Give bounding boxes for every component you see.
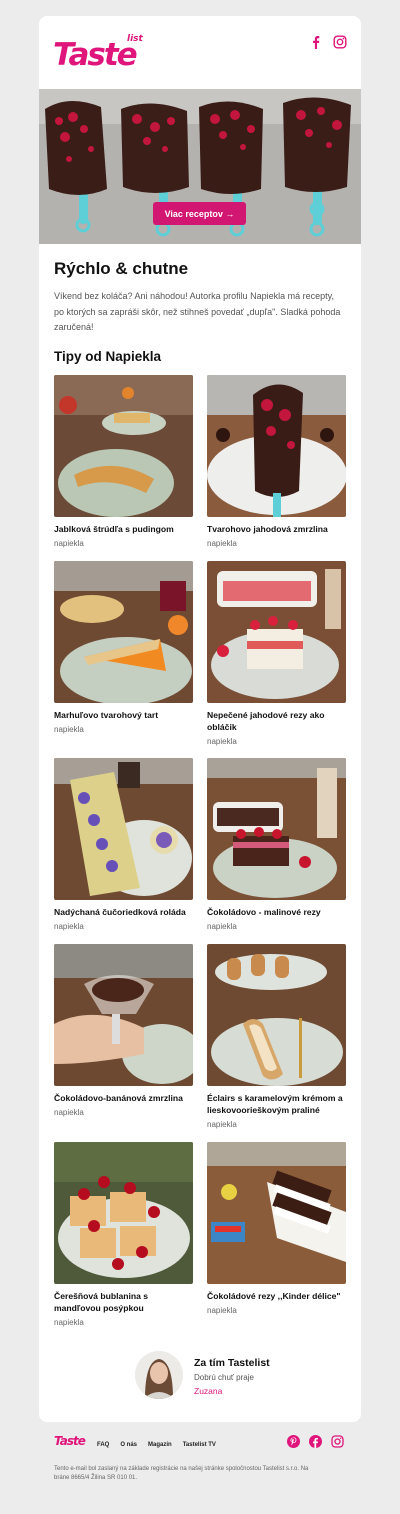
recipe-title[interactable]: Marhuľovo tvarohový tart	[54, 709, 193, 721]
logo-text: Taste	[53, 37, 138, 73]
recipe-author: napiekla	[207, 1120, 237, 1129]
header: Taste list	[39, 16, 361, 88]
footer-links: FAQ O nás Magazín Tastelist TV	[97, 1442, 216, 1448]
recipe-image[interactable]	[54, 561, 193, 703]
recipe-title[interactable]: Čokoládovo-banánová zmrzlina	[54, 1092, 193, 1104]
email-card: Taste list Viac receptov → Rýchlo & chut…	[39, 16, 361, 1422]
pinterest-icon[interactable]	[287, 1435, 300, 1448]
recipe-card[interactable]: Tvarohovo jahodová zmrzlina napiekla	[207, 375, 346, 548]
recipe-author: napiekla	[207, 737, 237, 746]
footer-link-tv[interactable]: Tastelist TV	[183, 1442, 216, 1448]
recipe-image[interactable]	[54, 1142, 193, 1284]
facebook-icon[interactable]	[309, 1435, 322, 1448]
recipe-author: napiekla	[54, 539, 84, 548]
footer-link-magazine[interactable]: Magazín	[148, 1442, 172, 1448]
recipe-author: napiekla	[54, 1108, 84, 1117]
recipe-author: napiekla	[207, 539, 237, 548]
signature-subtitle: Dobrú chuť praje	[194, 1373, 254, 1382]
footer-social	[287, 1435, 344, 1448]
hero-image[interactable]: Viac receptov →	[39, 89, 361, 244]
recipe-image[interactable]	[54, 944, 193, 1086]
instagram-icon[interactable]	[331, 1435, 344, 1448]
recipe-card[interactable]: Nepečené jahodové rezy ako obláčik napie…	[207, 561, 346, 746]
recipe-title[interactable]: Éclairs s karamelovým krémom a lieskovoo…	[207, 1092, 346, 1116]
recipe-image[interactable]	[207, 375, 346, 517]
recipe-author: napiekla	[54, 922, 84, 931]
recipe-title[interactable]: Nadýchaná čučoriedková roláda	[54, 906, 193, 918]
logo-sub: list	[127, 34, 143, 44]
instagram-icon[interactable]	[333, 35, 347, 49]
header-social	[309, 35, 347, 49]
footer: Taste FAQ O nás Magazín Tastelist TV Ten…	[0, 1430, 400, 1514]
recipe-title[interactable]: Nepečené jahodové rezy ako obláčik	[207, 709, 346, 733]
recipe-card[interactable]: Marhuľovo tvarohový tart napiekla	[54, 561, 193, 734]
recipe-author: napiekla	[54, 725, 84, 734]
signature: Za tím Tastelist Dobrú chuť praje Zuzana	[135, 1351, 335, 1401]
recipe-card[interactable]: Čokoládovo-banánová zmrzlina napiekla	[54, 944, 193, 1117]
avatar	[135, 1351, 183, 1399]
section-title: Tipy od Napiekla	[54, 349, 162, 364]
recipe-card[interactable]: Nadýchaná čučoriedková roláda napiekla	[54, 758, 193, 931]
footer-link-about[interactable]: O nás	[120, 1442, 137, 1448]
legal-text: Tento e-mail bol zaslaný na základe regi…	[54, 1466, 309, 1481]
recipe-title[interactable]: Čokoládovo - malinové rezy	[207, 906, 346, 918]
recipe-author: napiekla	[54, 1318, 84, 1327]
recipe-image[interactable]	[54, 758, 193, 900]
recipe-card[interactable]: Čokoládovo - malinové rezy napiekla	[207, 758, 346, 931]
recipe-image[interactable]	[207, 944, 346, 1086]
recipe-card[interactable]: Čokoládové rezy ,,Kinder délice" napiekl…	[207, 1142, 346, 1315]
recipe-card[interactable]: Jablková štrúdľa s pudingom napiekla	[54, 375, 193, 548]
recipe-title[interactable]: Čerešňová bublanina s mandľovou posýpkou	[54, 1290, 193, 1314]
recipe-title[interactable]: Tvarohovo jahodová zmrzlina	[207, 523, 346, 535]
footer-logo[interactable]: Taste	[54, 1434, 86, 1448]
recipe-title[interactable]: Čokoládové rezy ,,Kinder délice"	[207, 1290, 346, 1302]
footer-link-faq[interactable]: FAQ	[97, 1442, 109, 1448]
more-recipes-button[interactable]: Viac receptov →	[153, 202, 246, 225]
intro-text: Víkend bez koláča? Ani náhodou! Autorka …	[54, 291, 341, 332]
recipe-image[interactable]	[207, 758, 346, 900]
signature-name: Zuzana	[194, 1386, 223, 1396]
recipe-image[interactable]	[54, 375, 193, 517]
recipe-image[interactable]	[207, 1142, 346, 1284]
signature-title: Za tím Tastelist	[194, 1357, 270, 1369]
recipe-title[interactable]: Jablková štrúdľa s pudingom	[54, 523, 193, 535]
page-title: Rýchlo & chutne	[54, 259, 189, 278]
recipe-image[interactable]	[207, 561, 346, 703]
tastelist-logo[interactable]: Taste list	[53, 34, 147, 74]
recipe-author: napiekla	[207, 1306, 237, 1315]
facebook-icon[interactable]	[309, 35, 323, 49]
recipe-card[interactable]: Éclairs s karamelovým krémom a lieskovoo…	[207, 944, 346, 1129]
recipe-author: napiekla	[207, 922, 237, 931]
recipe-card[interactable]: Čerešňová bublanina s mandľovou posýpkou…	[54, 1142, 193, 1327]
